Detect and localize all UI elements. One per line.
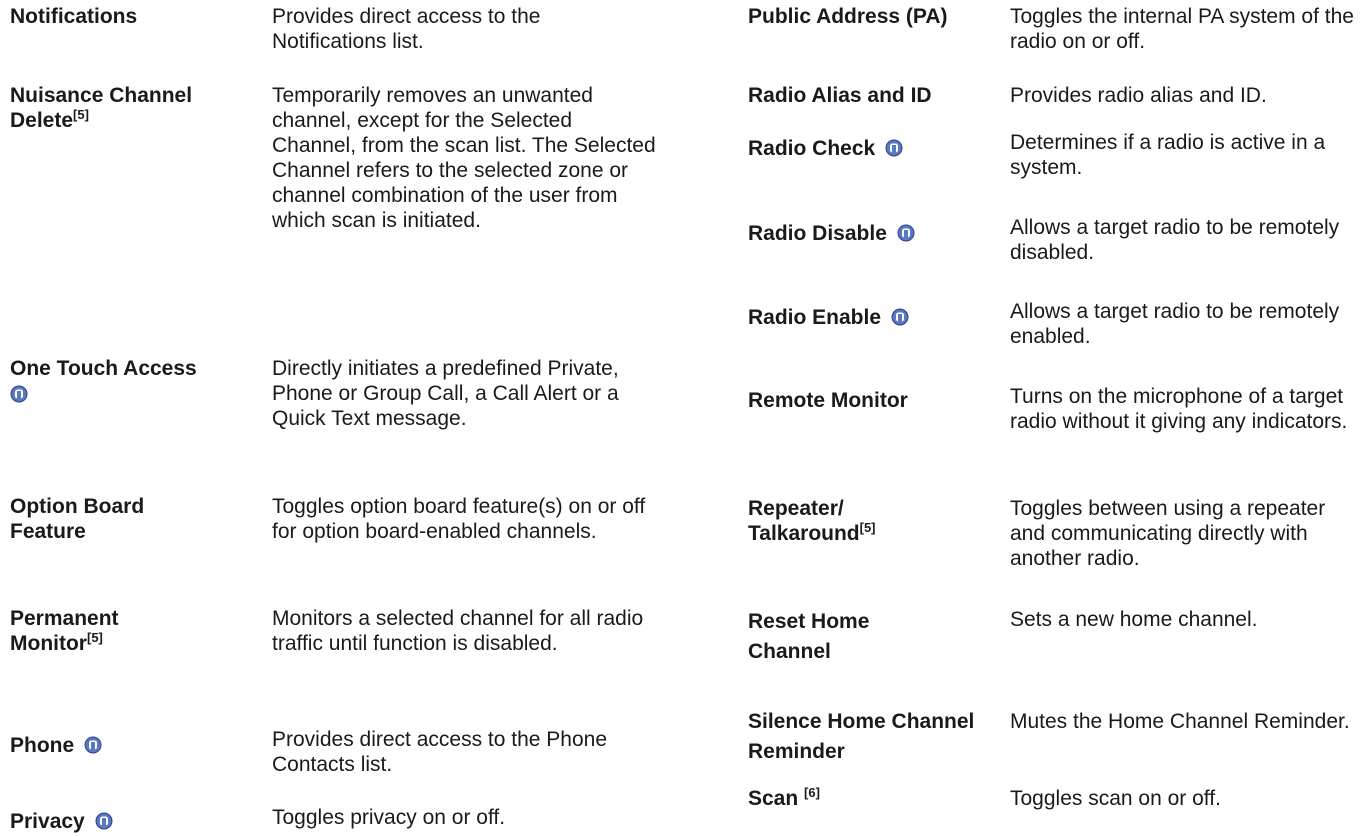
footnote-ref: [5] (859, 520, 876, 535)
term: Nuisance Channel Delete[5] (10, 83, 250, 133)
term: Public Address (PA) (748, 4, 958, 29)
digital-mode-icon (10, 384, 28, 403)
term: Reset Home Channel (748, 607, 918, 667)
term: Phone (10, 733, 260, 758)
description: Temporarily removes an unwanted channel,… (272, 84, 656, 232)
term: Radio Alias and ID (748, 83, 988, 108)
term-label: Radio Enable (748, 306, 882, 329)
description: Determines if a radio is active in a sys… (1010, 131, 1326, 179)
description: Toggles option board feature(s) on or of… (272, 495, 646, 543)
term: Option Board Feature (10, 494, 220, 544)
term-label: Remote Monitor (748, 389, 908, 412)
term-label: One Touch Access (10, 357, 197, 380)
term: Remote Monitor (748, 388, 988, 413)
term-label: Radio Disable (748, 222, 887, 245)
term-label: Public Address (PA) (748, 5, 948, 28)
term: Radio Disable (748, 221, 988, 246)
term: One Touch Access (10, 356, 260, 403)
term: Radio Check (748, 136, 988, 161)
footnote-ref: [5] (86, 630, 103, 645)
description: Provides radio alias and ID. (1010, 84, 1267, 107)
term-label: Option Board Feature (10, 495, 145, 543)
term: Radio Enable (748, 305, 988, 330)
footnote-ref: [6] (804, 785, 820, 800)
description: Sets a new home channel. (1010, 608, 1258, 631)
term: Repeater/ Talkaround[5] (748, 496, 918, 546)
term-label: Nuisance Channel Delete (10, 84, 193, 132)
digital-mode-icon (885, 138, 903, 157)
description: Toggles the internal PA system of the ra… (1010, 5, 1354, 53)
term-label: Phone (10, 734, 75, 757)
digital-mode-icon (95, 811, 113, 830)
digital-mode-icon (84, 735, 102, 754)
description: Toggles privacy on or off. (272, 806, 506, 829)
term-label: Radio Alias and ID (748, 84, 932, 107)
description: Toggles between using a repeater and com… (1010, 497, 1326, 570)
description: Directly initiates a predefined Private,… (272, 357, 619, 430)
term-label: Repeater/ Talkaround (748, 497, 860, 545)
term: Permanent Monitor[5] (10, 606, 210, 656)
digital-mode-icon (891, 307, 909, 326)
term-label: Scan (748, 787, 799, 810)
footnote-ref: [5] (73, 107, 89, 122)
term-label: Radio Check (748, 137, 876, 160)
term-label: Privacy (10, 810, 85, 833)
description: Turns on the microphone of a target radi… (1010, 385, 1348, 433)
description: Provides direct access to the Notificati… (272, 5, 541, 53)
description: Allows a target radio to be remotely dis… (1010, 216, 1340, 264)
term-label: Silence Home Channel Reminder (748, 710, 975, 763)
term: Notifications (10, 4, 260, 29)
term-label: Reset Home Channel (748, 610, 870, 663)
term: Silence Home Channel Reminder (748, 707, 988, 767)
term-label: Notifications (10, 5, 138, 28)
description: Mutes the Home Channel Reminder. (1010, 710, 1350, 733)
term: Scan [6] (748, 786, 988, 811)
description: Allows a target radio to be remotely ena… (1010, 300, 1340, 348)
term: Privacy (10, 809, 260, 834)
digital-mode-icon (897, 223, 915, 242)
description: Provides direct access to the Phone Cont… (272, 728, 608, 776)
description: Monitors a selected channel for all radi… (272, 607, 644, 655)
description: Toggles scan on or off. (1010, 787, 1221, 810)
